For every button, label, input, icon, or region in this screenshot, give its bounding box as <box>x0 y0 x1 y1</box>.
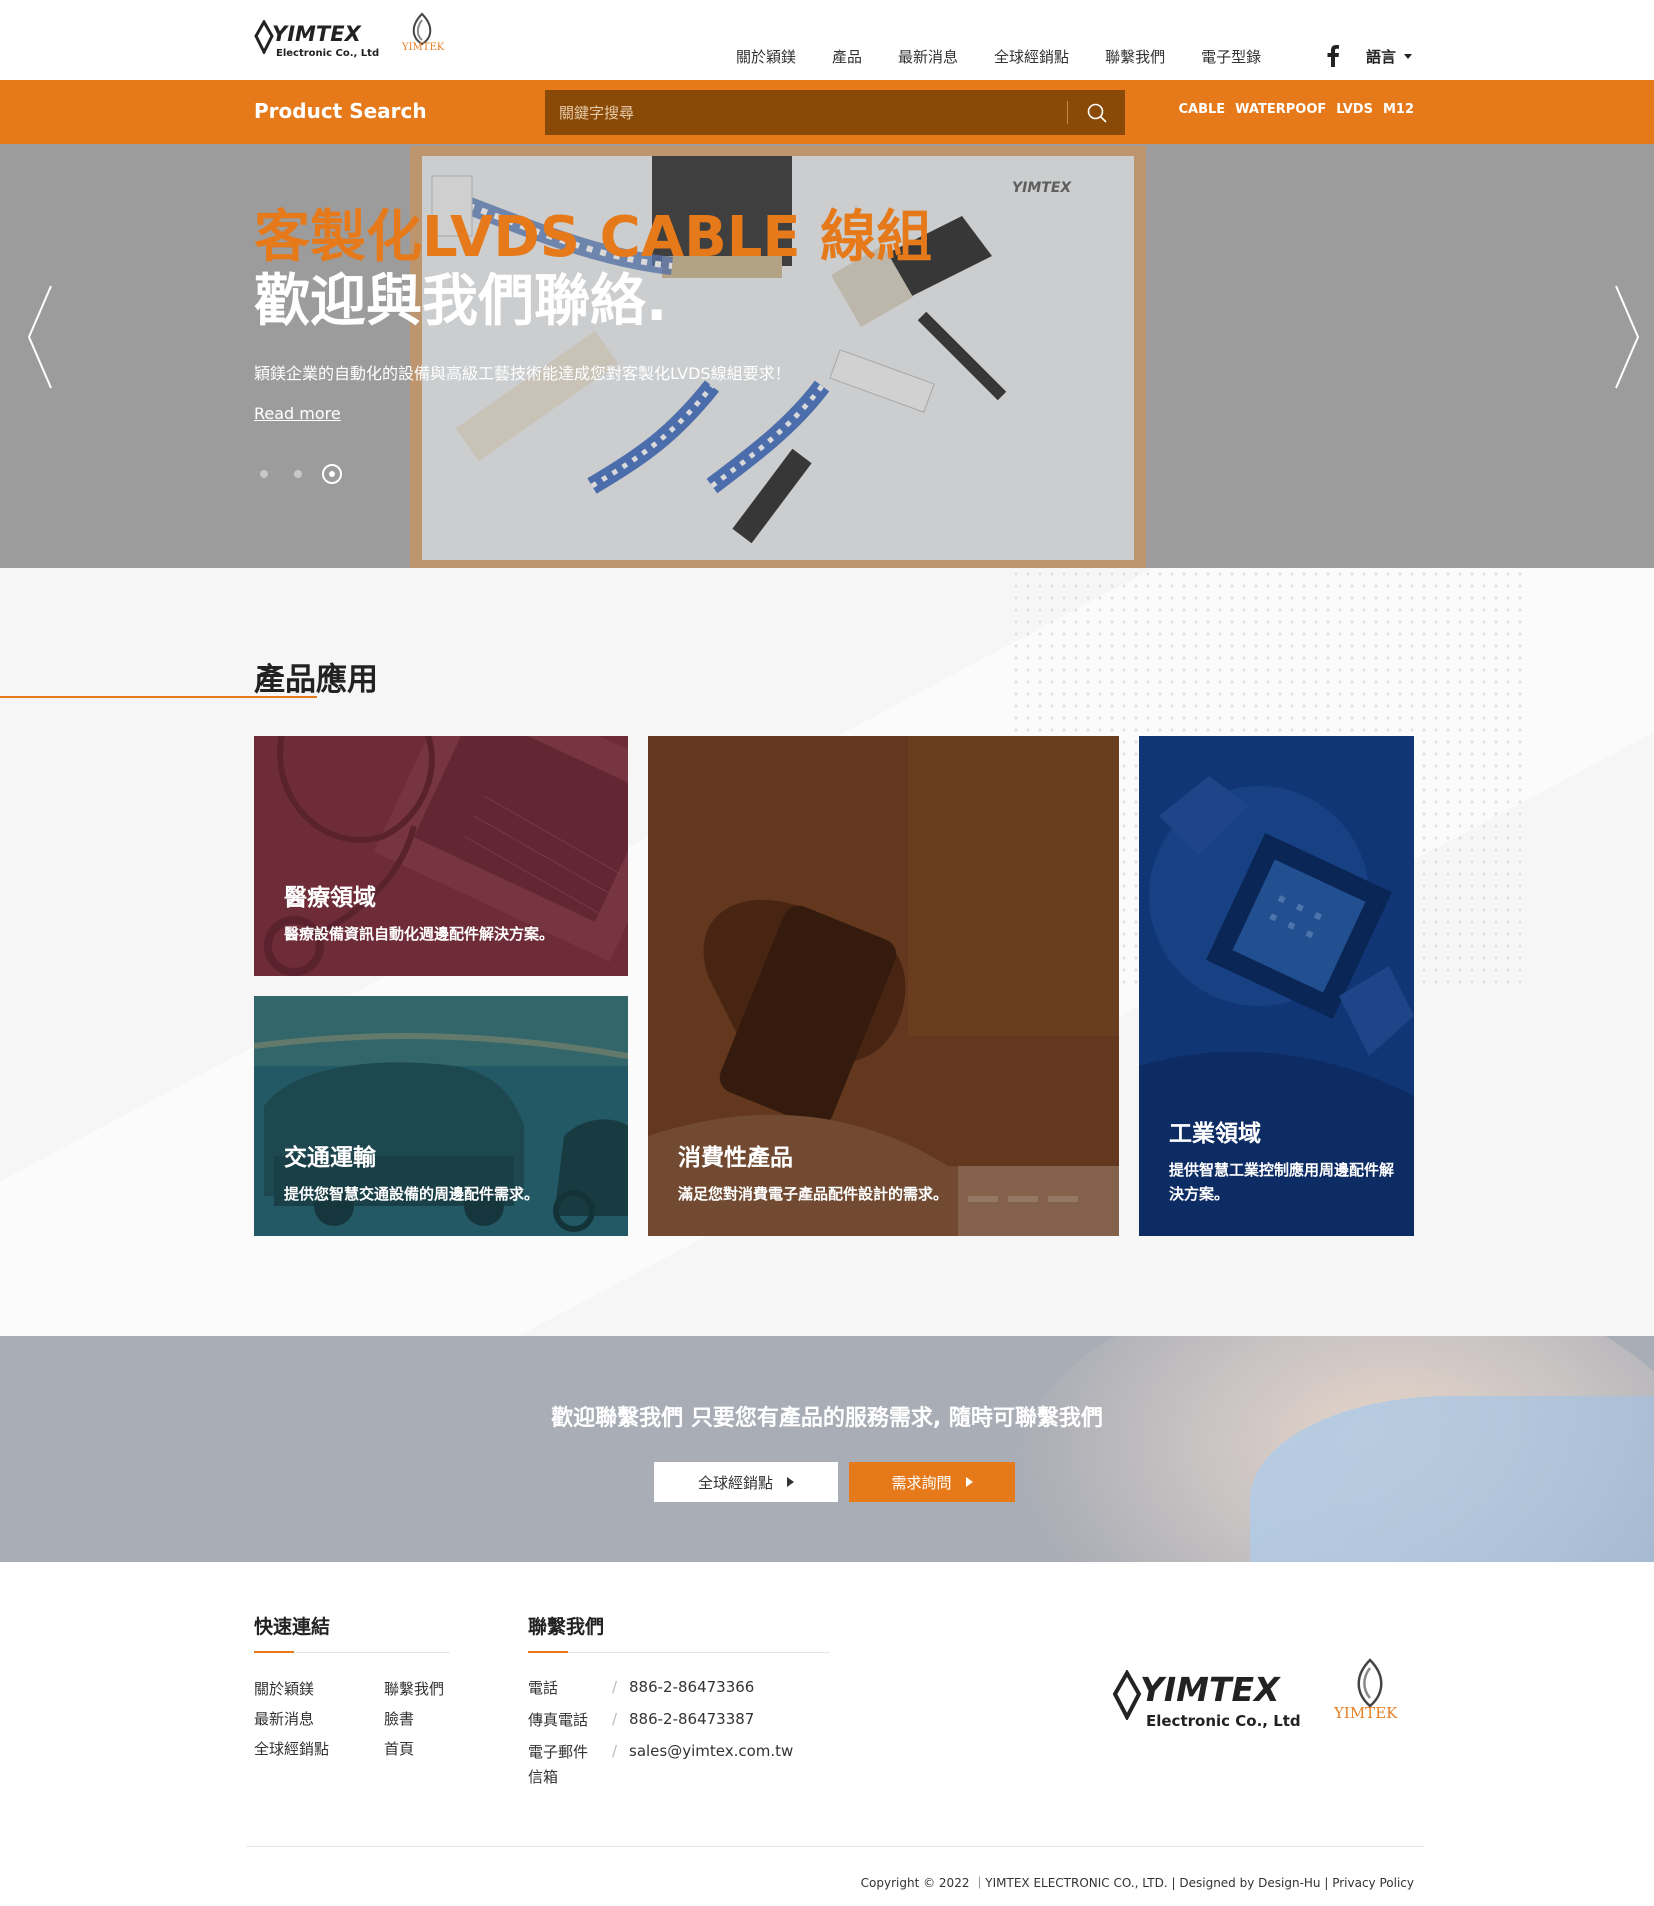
slider-pagination <box>260 464 368 484</box>
copyright-text: Copyright © 2022 ｜YIMTEX ELECTRONIC CO.,… <box>860 1876 1414 1890</box>
search-divider <box>1067 101 1068 124</box>
main-nav: 關於穎鎂 產品 最新消息 全球經銷點 聯繫我們 電子型錄 <box>736 46 1261 67</box>
contact-accent <box>528 1651 568 1653</box>
card-medical-title: 醫療領域 <box>284 885 376 911</box>
hero-subtitle: 歡迎與我們聯絡. <box>254 269 668 334</box>
tag-lvds[interactable]: LVDS <box>1336 102 1373 117</box>
yimtek-mark-icon <box>412 12 432 46</box>
card-consumer-desc: 滿足您對消費電子產品配件設計的需求。 <box>678 1185 949 1203</box>
section-title: 產品應用 <box>254 662 378 698</box>
product-applications-section: 產品應用 醫療領域 醫療設備資訊自動化週邊配件解決方案。 交通運輸 提供您智慧交… <box>0 568 1654 1336</box>
dealers-button[interactable]: 全球經銷點 <box>654 1462 838 1502</box>
search-box <box>545 90 1125 135</box>
chevron-left-icon[interactable] <box>25 282 55 392</box>
quick-links-accent <box>254 1651 294 1653</box>
card-transport-title: 交通運輸 <box>284 1145 376 1171</box>
slide-dot-1[interactable] <box>260 470 268 478</box>
contact-banner: 歡迎聯繫我們 只要您有產品的服務需求, 隨時可聯繫我們 全球經銷點 需求詢問 <box>0 1336 1654 1562</box>
footer-yimtek-logo: YIMTEK <box>1334 1658 1404 1738</box>
card-consumer[interactable]: 消費性產品 滿足您對消費電子產品配件設計的需求。 <box>648 736 1119 1236</box>
dealers-button-label: 全球經銷點 <box>697 1473 773 1492</box>
hero-title: 客製化LVDS CABLE 線組 <box>254 205 933 270</box>
search-input[interactable] <box>559 90 1059 135</box>
footer-logo-brand: YIMTEX <box>1140 1670 1280 1709</box>
card-industrial-desc: 提供智慧工業控制應用周邊配件解決方案。 <box>1169 1161 1395 1203</box>
logo-brand: YIMTEX <box>272 22 361 46</box>
language-label: 語言 <box>1366 48 1397 66</box>
card-consumer-title: 消費性產品 <box>678 1145 793 1171</box>
chevron-right-icon[interactable] <box>1612 282 1642 392</box>
tag-waterproof[interactable]: WATERPOOF <box>1235 102 1326 117</box>
footer-logo-subtitle: Electronic Co., Ltd <box>1146 1712 1301 1730</box>
separator-slash: / <box>612 1710 618 1728</box>
email-value[interactable]: sales@yimtex.com.tw <box>629 1742 793 1760</box>
footer-yimtek-wordmark: YIMTEK <box>1334 1704 1398 1722</box>
slide-dot-3-active[interactable] <box>322 464 342 484</box>
read-more-link[interactable]: Read more <box>254 404 341 423</box>
separator-slash: / <box>612 1678 618 1696</box>
tag-m12[interactable]: M12 <box>1383 102 1414 117</box>
footer-link-facebook[interactable]: 臉書 <box>384 1708 414 1729</box>
footer-logo[interactable]: YIMTEX Electronic Co., Ltd YIMTEK <box>1112 1658 1412 1748</box>
search-icon[interactable] <box>1085 101 1109 125</box>
play-arrow-icon <box>787 1477 794 1487</box>
inquiry-button[interactable]: 需求詢問 <box>849 1462 1015 1502</box>
contact-divider <box>528 1652 830 1653</box>
card-medical[interactable]: 醫療領域 醫療設備資訊自動化週邊配件解決方案。 <box>254 736 628 976</box>
nav-dealers[interactable]: 全球經銷點 <box>994 46 1069 67</box>
inquiry-button-label: 需求詢問 <box>891 1473 952 1492</box>
card-transport[interactable]: 交通運輸 提供您智慧交通設備的周邊配件需求。 <box>254 996 628 1236</box>
card-transport-desc: 提供您智慧交通設備的周邊配件需求。 <box>284 1185 540 1203</box>
nav-catalog[interactable]: 電子型錄 <box>1201 46 1261 67</box>
banner-message: 歡迎聯繫我們 只要您有產品的服務需求, 隨時可聯繫我們 <box>551 1406 1103 1431</box>
footer-link-home[interactable]: 首頁 <box>384 1738 414 1759</box>
nav-contact[interactable]: 聯繫我們 <box>1105 46 1165 67</box>
fax-value: 886-2-86473387 <box>629 1710 755 1728</box>
footer-link-contact[interactable]: 聯繫我們 <box>384 1678 444 1699</box>
company-logo[interactable]: YIMTEX Electronic Co., Ltd YIMTEK <box>254 12 454 68</box>
separator-slash: / <box>612 1742 618 1760</box>
footer-link-about[interactable]: 關於穎鎂 <box>254 1678 314 1699</box>
phone-label: 電話 <box>528 1679 559 1697</box>
site-header: YIMTEX Electronic Co., Ltd YIMTEK 關於穎鎂 產… <box>0 0 1654 80</box>
nav-products[interactable]: 產品 <box>832 46 862 67</box>
logo-subtitle: Electronic Co., Ltd <box>276 48 380 59</box>
slide-dot-2[interactable] <box>294 470 302 478</box>
product-search-title: Product Search <box>254 99 427 123</box>
contact-title: 聯繫我們 <box>528 1616 605 1638</box>
site-footer: 快速連結 關於穎鎂 聯繫我們 最新消息 臉書 全球經銷點 首頁 聯繫我們 電話 … <box>0 1562 1654 1906</box>
footer-link-news[interactable]: 最新消息 <box>254 1708 314 1729</box>
card-industrial-title: 工業領域 <box>1169 1121 1261 1147</box>
tag-cable[interactable]: CABLE <box>1178 102 1225 117</box>
product-search-bar: Product Search CABLE WATERPOOF LVDS M12 <box>0 80 1654 144</box>
card-medical-desc: 醫療設備資訊自動化週邊配件解決方案。 <box>284 925 555 943</box>
phone-value[interactable]: 886-2-86473366 <box>629 1678 754 1696</box>
footer-bottom-divider <box>246 1846 1424 1847</box>
hero-description: 穎鎂企業的自動化的設備與高級工藝技術能達成您對客製化LVDS線組要求！ <box>254 364 791 383</box>
hero-slider: YIMTEX 客製化LVDS CABLE 線組 歡迎與我們聯絡. 穎鎂企業的自動… <box>0 144 1654 568</box>
quick-links-title: 快速連結 <box>254 1616 331 1638</box>
yimtek-wordmark: YIMTEK <box>402 42 445 53</box>
logo-mark-icon <box>254 20 274 54</box>
footer-link-dealers[interactable]: 全球經銷點 <box>254 1738 329 1759</box>
play-arrow-icon <box>965 1477 973 1487</box>
facebook-icon[interactable] <box>1326 45 1340 67</box>
logo-mark-icon <box>1112 1670 1142 1720</box>
yimtek-mark-icon <box>1357 1658 1383 1708</box>
chevron-down-icon <box>1404 54 1413 59</box>
email-label: 電子郵件信箱 <box>528 1743 589 1786</box>
yimtek-logo: YIMTEK <box>402 12 452 64</box>
fax-label: 傳真電話 <box>528 1711 589 1729</box>
section-title-underline <box>0 696 317 698</box>
language-selector[interactable]: 語言 <box>1366 46 1413 67</box>
card-industrial[interactable]: 工業領域 提供智慧工業控制應用周邊配件解決方案。 <box>1139 736 1414 1236</box>
search-tags: CABLE WATERPOOF LVDS M12 <box>1168 102 1414 117</box>
nav-news[interactable]: 最新消息 <box>898 46 958 67</box>
nav-about[interactable]: 關於穎鎂 <box>736 46 796 67</box>
